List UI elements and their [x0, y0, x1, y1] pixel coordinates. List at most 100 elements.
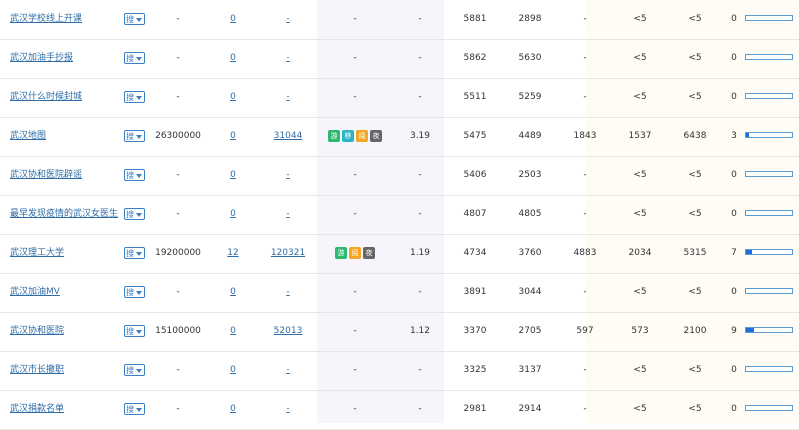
col-value-link[interactable]: -: [268, 195, 308, 234]
col-value-link[interactable]: -: [268, 390, 308, 429]
rank-value: 0: [731, 365, 737, 375]
competition-progress-bar: [745, 405, 793, 411]
rank-value: 0: [731, 92, 737, 102]
col-value-link[interactable]: -: [268, 78, 308, 117]
col-count-link[interactable]: 0: [218, 78, 248, 117]
col-ratio: -: [418, 404, 422, 414]
col-index: 26300000: [155, 131, 201, 141]
search-dropdown-label: 搜: [126, 405, 134, 414]
col-value-link[interactable]: -: [268, 156, 308, 195]
table-row: 武汉学校线上开课搜 -0- - -5881 2898- <5 <5 0: [0, 0, 799, 40]
rank-value: 7: [731, 248, 737, 258]
col-count-link[interactable]: 0: [218, 390, 248, 429]
search-dropdown-label: 搜: [126, 288, 134, 297]
col-mobile-index: 5259: [518, 92, 542, 102]
keyword-link[interactable]: 武汉什么时候封城: [10, 78, 82, 117]
col-count-link[interactable]: 0: [218, 0, 248, 39]
col-dash: -: [353, 92, 357, 102]
col-pc-index: 5511: [463, 92, 487, 102]
col-metric-c: <5: [688, 170, 702, 180]
col-metric-a: -: [583, 170, 587, 180]
col-metric-c: <5: [688, 53, 702, 63]
competition-progress-bar: [745, 210, 793, 216]
col-value-link[interactable]: -: [268, 351, 308, 390]
chevron-down-icon: [136, 291, 142, 295]
search-dropdown-button[interactable]: 搜: [124, 247, 145, 259]
col-count-link[interactable]: 0: [218, 351, 248, 390]
rank-value: 3: [731, 131, 737, 141]
col-count-link[interactable]: 0: [218, 39, 248, 78]
keyword-link[interactable]: 武汉加油MV: [10, 273, 60, 312]
competition-progress-bar: [745, 171, 793, 177]
col-count-link[interactable]: 0: [218, 273, 248, 312]
col-metric-a: 1843: [573, 131, 597, 141]
col-metric-c: <5: [688, 14, 702, 24]
col-metric-a: -: [583, 365, 587, 375]
search-dropdown-button[interactable]: 搜: [124, 130, 145, 142]
chevron-down-icon: [136, 96, 142, 100]
col-count-link[interactable]: 0: [218, 156, 248, 195]
competition-progress-bar: [745, 54, 793, 60]
col-value-link[interactable]: -: [268, 0, 308, 39]
col-metric-b: <5: [633, 92, 647, 102]
col-value-link[interactable]: -: [268, 273, 308, 312]
search-dropdown-button[interactable]: 搜: [124, 286, 145, 298]
col-mobile-index: 4805: [518, 209, 542, 219]
search-dropdown-button[interactable]: 搜: [124, 13, 145, 25]
col-dash: -: [353, 209, 357, 219]
col-metric-b: <5: [633, 404, 647, 414]
competition-progress-bar: [745, 132, 793, 138]
keyword-link[interactable]: 武汉地图: [10, 117, 46, 156]
keyword-link[interactable]: 武汉市长撤职: [10, 351, 64, 390]
col-count-link[interactable]: 12: [218, 234, 248, 273]
col-metric-b: <5: [633, 209, 647, 219]
col-count-link[interactable]: 0: [218, 195, 248, 234]
col-metric-a: -: [583, 53, 587, 63]
col-ratio: 3.19: [409, 131, 431, 141]
feature-badges: 游阅夜: [335, 247, 375, 259]
search-dropdown-button[interactable]: 搜: [124, 91, 145, 103]
keyword-link[interactable]: 武汉捐款名单: [10, 390, 64, 429]
search-dropdown-button[interactable]: 搜: [124, 169, 145, 181]
rank-value: 0: [731, 14, 737, 24]
search-dropdown-label: 搜: [126, 171, 134, 180]
progress-fill: [746, 133, 749, 137]
col-metric-c: <5: [688, 287, 702, 297]
col-pc-index: 4807: [463, 209, 487, 219]
chevron-down-icon: [136, 330, 142, 334]
col-value-link[interactable]: 120321: [268, 234, 308, 273]
keyword-link[interactable]: 武汉理工大学: [10, 234, 64, 273]
col-index: -: [176, 404, 180, 414]
search-dropdown-button[interactable]: 搜: [124, 403, 145, 415]
search-dropdown-button[interactable]: 搜: [124, 364, 145, 376]
col-count-link[interactable]: 0: [218, 312, 248, 351]
chevron-down-icon: [136, 252, 142, 256]
col-mobile-index: 3044: [518, 287, 542, 297]
competition-progress-bar: [745, 288, 793, 294]
search-dropdown-button[interactable]: 搜: [124, 208, 145, 220]
keyword-link[interactable]: 武汉协和医院: [10, 312, 64, 351]
col-value-link[interactable]: 31044: [268, 117, 308, 156]
col-count-link[interactable]: 0: [218, 117, 248, 156]
col-metric-c: 5315: [683, 248, 707, 258]
rank-value: 0: [731, 170, 737, 180]
col-metric-b: 1537: [628, 131, 652, 141]
keyword-link[interactable]: 武汉协和医院辟谣: [10, 156, 82, 195]
col-metric-b: 2034: [628, 248, 652, 258]
col-value-link[interactable]: 52013: [268, 312, 308, 351]
col-metric-b: <5: [633, 53, 647, 63]
rank-value: 9: [731, 326, 737, 336]
keyword-link[interactable]: 武汉加油手抄报: [10, 39, 73, 78]
rank-value: 0: [731, 287, 737, 297]
keyword-link[interactable]: 最早发现疫情的武汉女医生: [10, 195, 118, 234]
col-metric-a: -: [583, 404, 587, 414]
keyword-link[interactable]: 武汉学校线上开课: [10, 0, 82, 39]
table-row: 武汉加油MV 搜 -0- - -3891 3044- <5 <5 0: [0, 273, 799, 313]
col-pc-index: 5406: [463, 170, 487, 180]
search-dropdown-button[interactable]: 搜: [124, 52, 145, 64]
search-dropdown-button[interactable]: 搜: [124, 325, 145, 337]
col-mobile-index: 3137: [518, 365, 542, 375]
chevron-down-icon: [136, 18, 142, 22]
table-row: 武汉协和医院辟谣搜 -0- - -5406 2503- <5 <5 0: [0, 156, 799, 196]
col-value-link[interactable]: -: [268, 39, 308, 78]
